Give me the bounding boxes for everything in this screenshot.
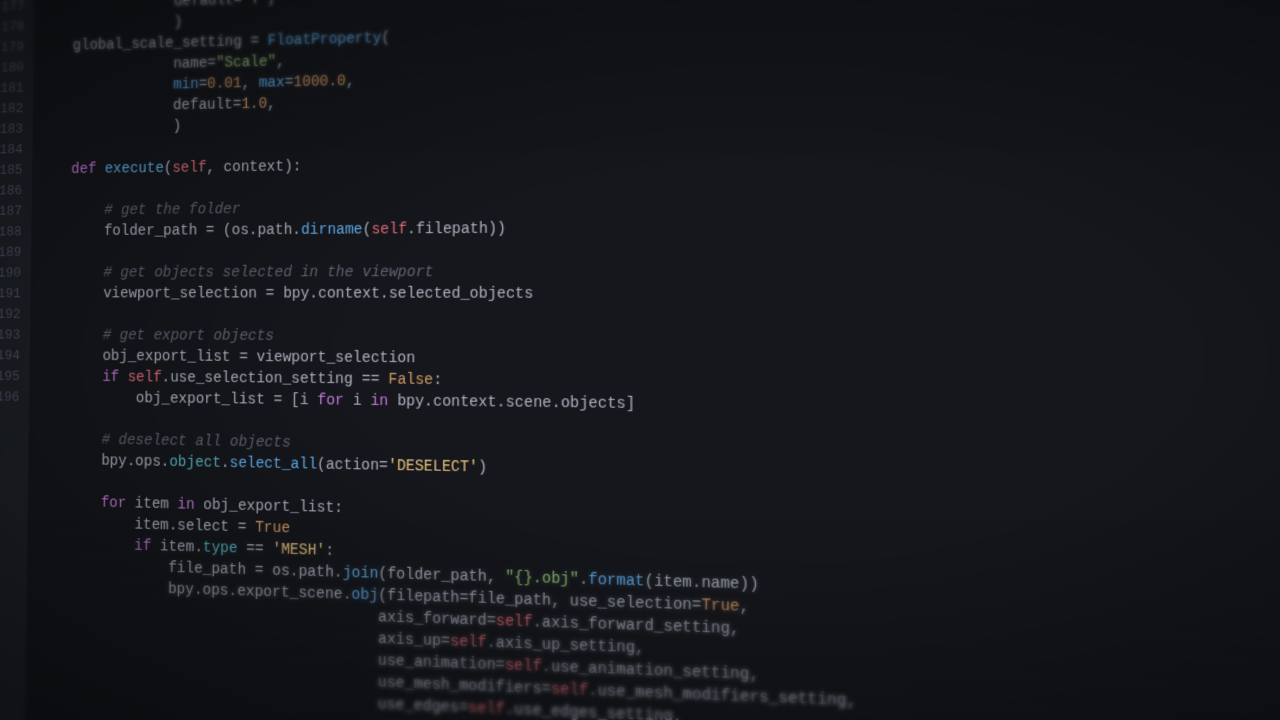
line-number: [0, 678, 16, 700]
line-number: [0, 616, 16, 638]
line-number: [0, 449, 19, 470]
line-number: 180: [0, 58, 24, 79]
line-number: 184: [0, 140, 23, 161]
line-number: [0, 491, 18, 512]
line-number: 183: [0, 119, 23, 140]
line-number: [0, 595, 17, 617]
code-area[interactable]: default='Y', ) global_scale_setting = Fl…: [25, 0, 1280, 720]
line-number: 186: [0, 181, 22, 202]
line-number: 193: [0, 325, 20, 346]
code-line[interactable]: viewport_selection = bpy.context.selecte…: [36, 283, 1280, 307]
line-number: 187: [0, 201, 22, 222]
line-number: [0, 428, 19, 449]
line-number: [0, 408, 19, 429]
line-number: 178: [0, 17, 24, 38]
line-number: 179: [0, 37, 24, 58]
line-number: 188: [0, 222, 22, 243]
line-number: 191: [0, 284, 21, 305]
line-number: 190: [0, 263, 21, 284]
line-number: [0, 470, 18, 491]
line-number: [0, 553, 17, 575]
line-number: 195: [0, 366, 20, 387]
code-editor[interactable]: 1771781791801811821831841851861871881891…: [0, 0, 1280, 720]
line-number: [0, 511, 18, 532]
line-number: 196: [0, 387, 19, 408]
line-number: 185: [0, 160, 22, 181]
line-number: 177: [0, 0, 25, 18]
line-number: 182: [0, 99, 23, 120]
line-number: [0, 657, 16, 679]
line-number: 181: [0, 78, 24, 99]
line-number: [0, 574, 17, 596]
code-line[interactable]: # get objects selected in the viewport: [37, 260, 1280, 284]
line-number: 194: [0, 346, 20, 367]
line-number: 192: [0, 304, 21, 325]
line-number: [0, 699, 15, 720]
line-number: 189: [0, 243, 21, 264]
line-number: [0, 637, 16, 659]
line-number: [0, 532, 18, 554]
